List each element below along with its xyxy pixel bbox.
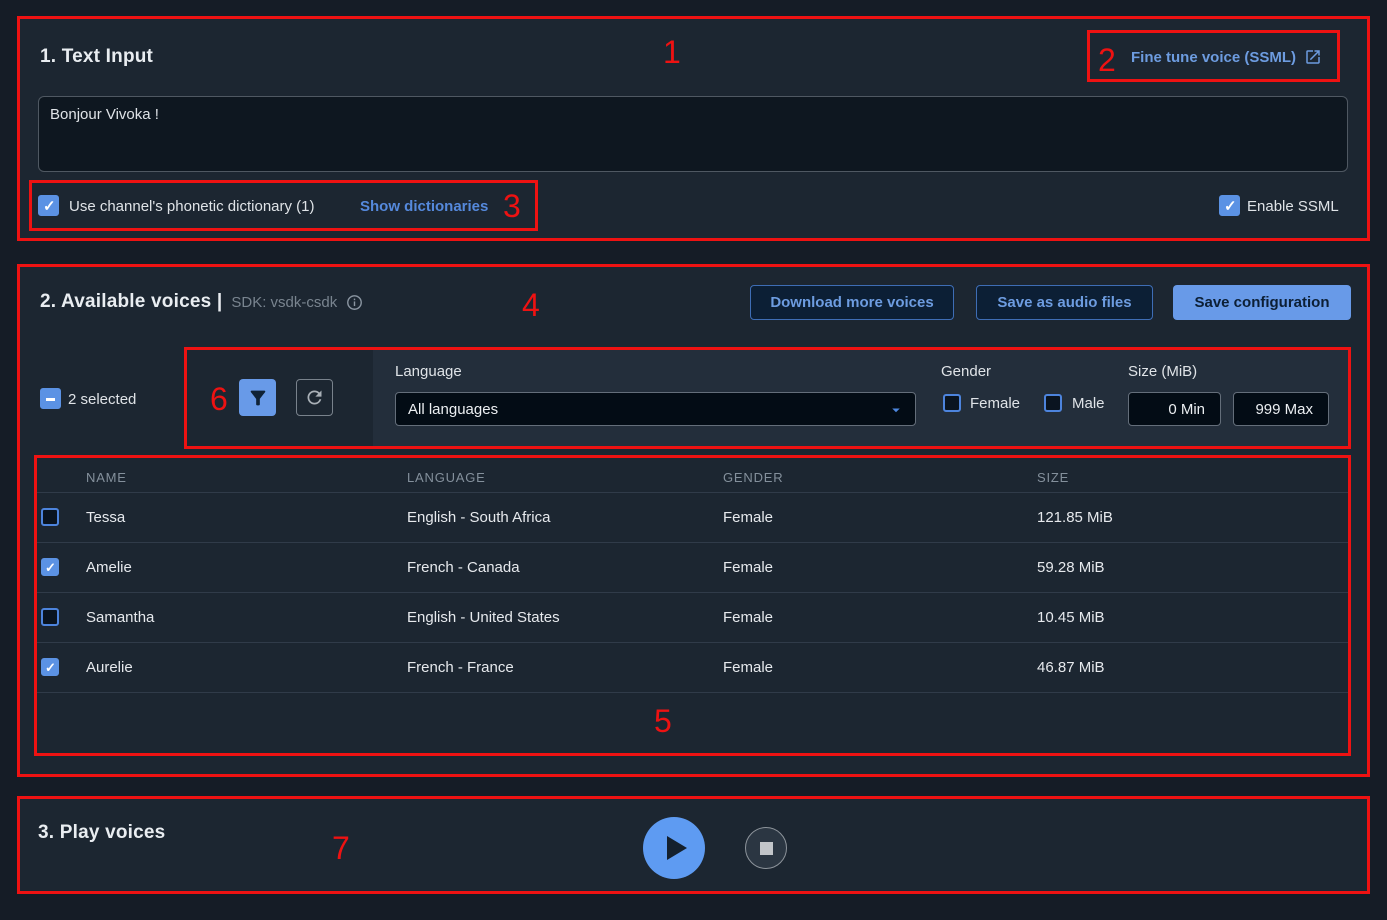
- refresh-icon: [304, 387, 325, 408]
- voice-gender: Female: [723, 609, 773, 626]
- info-icon[interactable]: [346, 294, 363, 311]
- filter-strip: Language All languages Gender Female Mal…: [373, 350, 1348, 446]
- section2-title: 2. Available voices |: [40, 291, 222, 313]
- language-filter-label: Language: [395, 363, 462, 380]
- selected-count-label: 2 selected: [68, 391, 136, 408]
- voice-name: Amelie: [86, 559, 132, 576]
- download-more-voices-button[interactable]: Download more voices: [750, 285, 954, 320]
- col-header-name: NAME: [86, 470, 127, 485]
- voice-name: Samantha: [86, 609, 154, 626]
- filter-icon: [247, 387, 269, 409]
- voice-size: 10.45 MiB: [1037, 609, 1105, 626]
- fine-tune-voice-label: Fine tune voice (SSML): [1131, 49, 1296, 66]
- text-input-section: 1. Text Input Fine tune voice (SSML) Bon…: [17, 17, 1369, 240]
- voices-table-body: Tessa English - South Africa Female 121.85 …: [35, 492, 1350, 692]
- external-link-icon: [1304, 48, 1322, 66]
- phonetic-dictionary-label: Use channel's phonetic dictionary (1): [69, 198, 315, 215]
- sdk-label: SDK: vsdk-csdk: [231, 294, 337, 311]
- voices-table: NAME LANGUAGE GENDER SIZE Tessa English -…: [35, 460, 1350, 693]
- select-all-checkbox[interactable]: [40, 388, 61, 409]
- size-min-input[interactable]: [1128, 392, 1221, 426]
- fine-tune-voice-link[interactable]: Fine tune voice (SSML): [1131, 48, 1322, 66]
- chevron-down-icon: [887, 401, 905, 419]
- table-row[interactable]: Tessa English - South Africa Female 121.85 …: [35, 492, 1350, 542]
- voice-size: 59.28 MiB: [1037, 559, 1105, 576]
- tts-config-page: 1. Text Input Fine tune voice (SSML) Bon…: [0, 0, 1387, 920]
- col-header-gender: GENDER: [723, 470, 783, 485]
- voice-size: 121.85 MiB: [1037, 509, 1113, 526]
- row-checkbox[interactable]: [41, 508, 59, 526]
- refresh-button[interactable]: [296, 379, 333, 416]
- col-header-language: LANGUAGE: [407, 470, 486, 485]
- table-bottom-divider: [35, 692, 1350, 693]
- section3-title: 3. Play voices: [38, 822, 165, 844]
- voice-gender: Female: [723, 559, 773, 576]
- language-select[interactable]: All languages: [395, 392, 916, 426]
- save-configuration-button[interactable]: Save configuration: [1173, 285, 1351, 320]
- available-voices-section: 2. Available voices | SDK: vsdk-csdk Dow…: [17, 265, 1369, 776]
- size-filter-label: Size (MiB): [1128, 363, 1197, 380]
- stop-button[interactable]: [745, 827, 787, 869]
- row-checkbox[interactable]: [41, 658, 59, 676]
- row-checkbox[interactable]: [41, 608, 59, 626]
- voice-size: 46.87 MiB: [1037, 659, 1105, 676]
- voice-language: English - United States: [407, 609, 560, 626]
- enable-ssml-label: Enable SSML: [1247, 198, 1339, 215]
- male-filter-label: Male: [1072, 395, 1105, 412]
- enable-ssml-checkbox[interactable]: [1219, 195, 1240, 216]
- table-row[interactable]: Samantha English - United States Female 10.…: [35, 592, 1350, 642]
- male-filter-checkbox[interactable]: [1044, 394, 1062, 412]
- voices-table-header: NAME LANGUAGE GENDER SIZE: [35, 460, 1350, 492]
- voice-language: French - Canada: [407, 559, 520, 576]
- table-row[interactable]: Aurelie French - France Female 46.87 MiB: [35, 642, 1350, 692]
- voice-language: French - France: [407, 659, 514, 676]
- play-button[interactable]: [643, 817, 705, 879]
- language-select-value: All languages: [408, 401, 498, 418]
- filter-button[interactable]: [239, 379, 276, 416]
- female-filter-checkbox[interactable]: [943, 394, 961, 412]
- gender-filter-label: Gender: [941, 363, 991, 380]
- voice-gender: Female: [723, 659, 773, 676]
- section1-title: 1. Text Input: [40, 46, 153, 68]
- phonetic-dictionary-checkbox[interactable]: [38, 195, 59, 216]
- table-row[interactable]: Amelie French - Canada Female 59.28 MiB: [35, 542, 1350, 592]
- voice-gender: Female: [723, 509, 773, 526]
- play-voices-section: 3. Play voices: [17, 797, 1369, 893]
- voice-name: Aurelie: [86, 659, 133, 676]
- voice-language: English - South Africa: [407, 509, 550, 526]
- text-input-textarea[interactable]: Bonjour Vivoka !: [38, 96, 1348, 172]
- voice-name: Tessa: [86, 509, 125, 526]
- female-filter-label: Female: [970, 395, 1020, 412]
- col-header-size: SIZE: [1037, 470, 1069, 485]
- row-checkbox[interactable]: [41, 558, 59, 576]
- save-as-audio-files-button[interactable]: Save as audio files: [976, 285, 1153, 320]
- show-dictionaries-link[interactable]: Show dictionaries: [360, 198, 488, 215]
- stop-icon: [760, 842, 773, 855]
- play-icon: [667, 836, 687, 860]
- size-max-input[interactable]: [1233, 392, 1329, 426]
